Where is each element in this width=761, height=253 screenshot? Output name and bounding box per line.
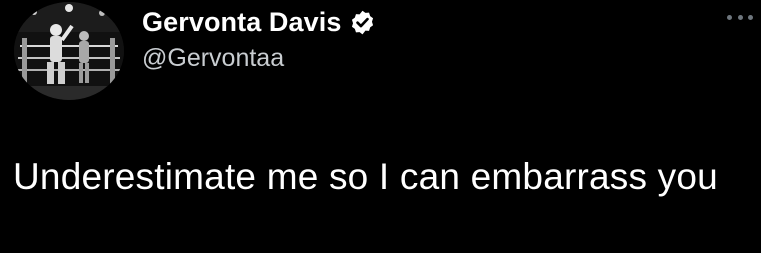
tweet-header: Gervonta Davis @Gervontaa [142, 4, 376, 73]
more-dot [748, 14, 753, 20]
tweet-text: Underestimate me so I can embarrass you [13, 156, 718, 197]
verified-badge-icon [349, 9, 376, 36]
author-avatar[interactable] [14, 2, 124, 100]
more-options-icon[interactable] [727, 10, 753, 24]
tweet-card: Gervonta Davis @Gervontaa Underestimate … [0, 0, 761, 253]
more-dot [737, 14, 743, 20]
boxing-ring-image [14, 2, 124, 100]
more-dot [727, 14, 732, 20]
author-handle[interactable]: @Gervontaa [142, 44, 376, 73]
author-name-row: Gervonta Davis [142, 4, 376, 40]
author-display-name[interactable]: Gervonta Davis [142, 7, 341, 38]
